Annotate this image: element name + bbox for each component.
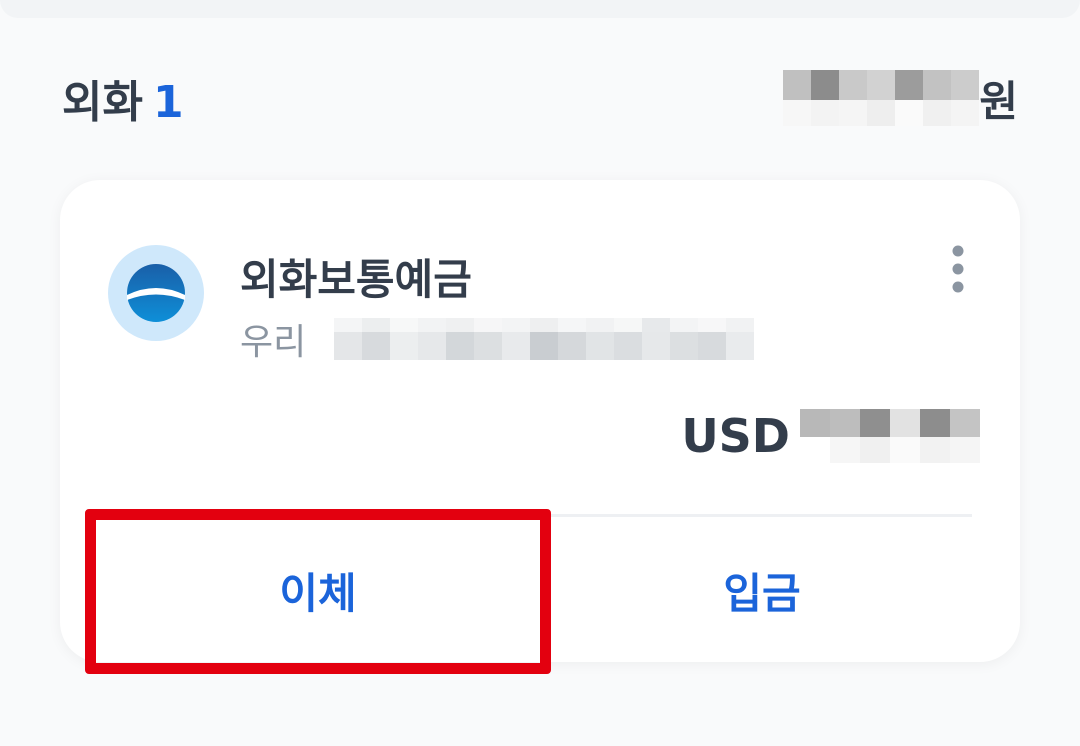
deposit-button[interactable]: 입금 — [530, 520, 994, 660]
transfer-highlight-box — [85, 509, 551, 674]
masked-balance-value — [800, 409, 980, 463]
previous-section-edge — [0, 0, 1080, 18]
account-info-row: 우리 — [240, 316, 755, 363]
more-vertical-icon — [952, 245, 964, 293]
foreign-currency-header: 외화 1 원 — [62, 62, 1022, 132]
woori-bank-logo-icon — [108, 245, 204, 341]
masked-account-number — [334, 318, 755, 360]
total-unit: 원 — [979, 76, 1018, 126]
masked-total-value — [783, 70, 980, 126]
bank-name: 우리 — [240, 322, 307, 363]
card-divider — [548, 514, 972, 517]
currency-code: USD — [681, 409, 790, 463]
total-amount: 원 — [783, 70, 1018, 126]
account-balance: USD — [681, 406, 980, 466]
more-options-button[interactable] — [940, 242, 976, 302]
account-name[interactable]: 외화보통예금 — [240, 246, 472, 307]
section-count: 1 — [152, 77, 184, 128]
section-title: 외화 1 — [62, 66, 184, 130]
section-title-label: 외화 — [62, 77, 143, 128]
